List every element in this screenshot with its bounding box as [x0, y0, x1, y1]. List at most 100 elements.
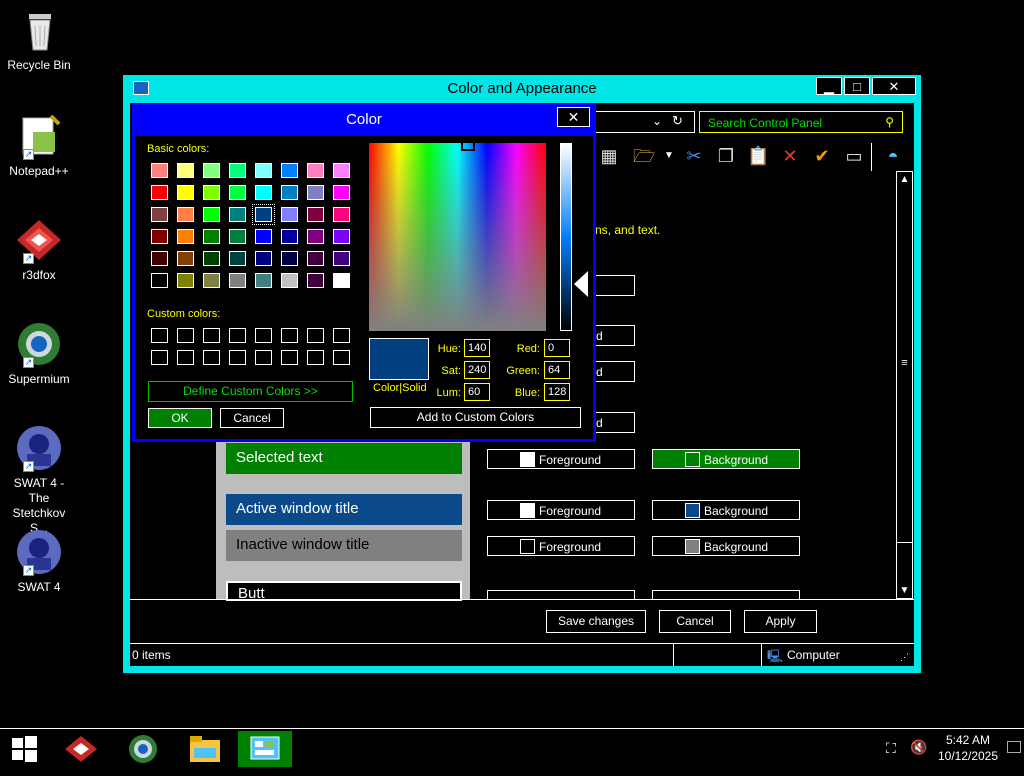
selected-text-background-button[interactable]: Background	[652, 449, 800, 469]
cancel-button[interactable]: Cancel	[659, 610, 731, 633]
basic-color-swatch[interactable]	[333, 207, 350, 222]
basic-color-swatch[interactable]	[255, 229, 272, 244]
custom-color-swatch[interactable]	[255, 328, 272, 343]
minimize-button[interactable]: ▁	[816, 77, 842, 95]
vertical-scrollbar[interactable]: ▲ ≡ ▼	[896, 171, 913, 599]
basic-color-swatch[interactable]	[333, 163, 350, 178]
basic-color-swatch[interactable]	[281, 273, 298, 288]
folder-options-icon[interactable]: 🗁	[633, 145, 655, 167]
taskbar-r3dfox[interactable]	[54, 731, 108, 767]
chevron-down-icon[interactable]: ⌄	[652, 114, 662, 128]
desktop-icon-notepad[interactable]: ↗ Notepad++	[4, 112, 74, 179]
basic-color-swatch[interactable]	[333, 229, 350, 244]
search-icon[interactable]: ⚲	[885, 115, 894, 129]
basic-color-swatch[interactable]	[229, 163, 246, 178]
basic-color-swatch[interactable]	[281, 229, 298, 244]
basic-color-swatch[interactable]	[203, 251, 220, 266]
basic-color-swatch[interactable]	[177, 163, 194, 178]
basic-color-swatch[interactable]	[203, 229, 220, 244]
active-title-background-button[interactable]: Background	[652, 500, 800, 520]
maximize-button[interactable]: □	[844, 77, 870, 95]
save-changes-button[interactable]: Save changes	[546, 610, 646, 633]
basic-color-swatch[interactable]	[229, 273, 246, 288]
custom-color-swatch[interactable]	[203, 328, 220, 343]
basic-color-swatch[interactable]	[177, 251, 194, 266]
basic-color-swatch[interactable]	[255, 251, 272, 266]
custom-color-swatch[interactable]	[229, 328, 246, 343]
rename-icon[interactable]: ▭	[843, 145, 865, 167]
luminance-slider[interactable]	[560, 143, 572, 331]
inactive-title-foreground-button[interactable]: Foreground	[487, 536, 635, 556]
basic-color-swatch[interactable]	[307, 273, 324, 288]
basic-color-swatch[interactable]	[255, 185, 272, 200]
resize-grip-icon[interactable]: ⋰	[900, 646, 909, 668]
custom-color-swatch[interactable]	[151, 350, 168, 365]
basic-color-swatch[interactable]	[281, 207, 298, 222]
desktop-icon-swat4[interactable]: ↗ SWAT 4	[4, 528, 74, 595]
blue-input[interactable]: 128	[544, 383, 570, 401]
basic-color-swatch[interactable]	[177, 273, 194, 288]
basic-color-swatch[interactable]	[333, 251, 350, 266]
basic-color-swatch[interactable]	[229, 251, 246, 266]
scroll-thumb[interactable]: ≡	[897, 187, 912, 543]
basic-color-swatch[interactable]	[229, 185, 246, 200]
red-input[interactable]: 0	[544, 339, 570, 357]
scroll-up-icon[interactable]: ▲	[897, 172, 912, 187]
custom-color-swatch[interactable]	[203, 350, 220, 365]
desktop-icon-swat4-stetchkov[interactable]: ↗ SWAT 4 - The Stetchkov S...	[4, 424, 74, 536]
basic-color-swatch[interactable]	[203, 163, 220, 178]
custom-color-swatch[interactable]	[255, 350, 272, 365]
close-button[interactable]: ✕	[872, 77, 916, 95]
hue-input[interactable]: 140	[464, 339, 490, 357]
luminance-pointer-icon[interactable]	[574, 271, 588, 297]
custom-color-swatch[interactable]	[151, 328, 168, 343]
delete-icon[interactable]: ✕	[779, 145, 801, 167]
desktop-icon-r3dfox[interactable]: ↗ r3dfox	[4, 216, 74, 283]
basic-color-swatch[interactable]	[307, 185, 324, 200]
selected-text-foreground-button[interactable]: Foreground	[487, 449, 635, 469]
taskbar-control-panel[interactable]	[238, 731, 292, 767]
custom-color-swatch[interactable]	[281, 328, 298, 343]
basic-color-swatch[interactable]	[177, 185, 194, 200]
show-desktop-icon[interactable]	[1007, 741, 1021, 753]
custom-color-swatch[interactable]	[177, 350, 194, 365]
basic-color-swatch[interactable]	[151, 251, 168, 266]
basic-color-swatch[interactable]	[177, 229, 194, 244]
network-icon[interactable]: ⛶	[886, 740, 896, 757]
basic-color-swatch[interactable]	[203, 273, 220, 288]
apply-button[interactable]: Apply	[744, 610, 817, 633]
inactive-title-background-button[interactable]: Background	[652, 536, 800, 556]
define-custom-colors-button[interactable]: Define Custom Colors >>	[148, 381, 353, 402]
basic-color-swatch[interactable]	[281, 163, 298, 178]
custom-color-swatch[interactable]	[333, 350, 350, 365]
dialog-cancel-button[interactable]: Cancel	[220, 408, 284, 428]
desktop-icon-recycle-bin[interactable]: Recycle Bin	[4, 6, 74, 73]
active-title-foreground-button[interactable]: Foreground	[487, 500, 635, 520]
scroll-down-icon[interactable]: ▼	[897, 583, 912, 598]
properties-check-icon[interactable]: ✔	[811, 145, 833, 167]
basic-color-swatch[interactable]	[229, 229, 246, 244]
sat-input[interactable]: 240	[464, 361, 490, 379]
add-to-custom-colors-button[interactable]: Add to Custom Colors	[370, 407, 581, 428]
basic-color-swatch[interactable]	[281, 185, 298, 200]
taskbar-supermium[interactable]	[116, 731, 170, 767]
custom-color-swatch[interactable]	[281, 350, 298, 365]
button-foreground-partial[interactable]	[487, 590, 635, 599]
basic-color-swatch[interactable]	[203, 207, 220, 222]
custom-color-swatch[interactable]	[307, 328, 324, 343]
basic-color-swatch[interactable]	[252, 204, 275, 225]
basic-color-swatch[interactable]	[281, 251, 298, 266]
basic-color-swatch[interactable]	[151, 273, 168, 288]
desktop-icon-supermium[interactable]: ↗ Supermium	[4, 320, 74, 387]
paste-icon[interactable]: 📋	[747, 145, 769, 167]
basic-color-swatch[interactable]	[333, 185, 350, 200]
basic-color-swatch[interactable]	[307, 163, 324, 178]
basic-color-swatch[interactable]	[255, 163, 272, 178]
basic-color-swatch[interactable]	[151, 229, 168, 244]
basic-color-swatch[interactable]	[255, 273, 272, 288]
custom-color-swatch[interactable]	[229, 350, 246, 365]
clock[interactable]: 5:42 AM 10/12/2025	[936, 732, 1000, 764]
start-button[interactable]	[0, 731, 48, 767]
basic-color-swatch[interactable]	[151, 163, 168, 178]
button-background-partial[interactable]	[652, 590, 800, 599]
